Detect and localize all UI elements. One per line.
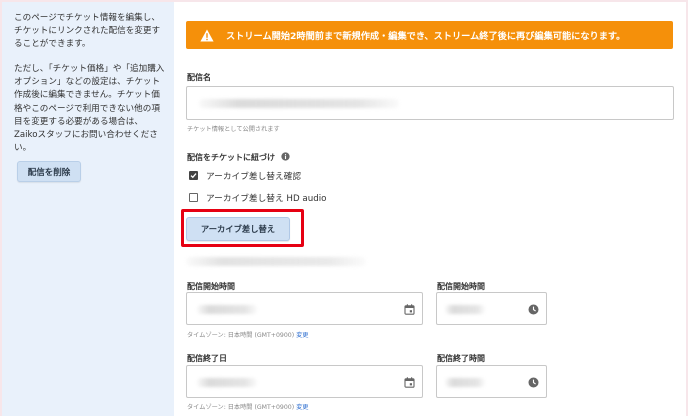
archive-replace-button[interactable]: アーカイブ差し替え xyxy=(186,217,290,241)
warning-icon xyxy=(200,29,214,41)
checkbox-checked[interactable] xyxy=(189,171,198,180)
sidebar-info-text: このページでチケット情報を編集し、チケットにリンクされた配信を変更することができ… xyxy=(14,13,161,50)
timezone-change-link[interactable]: 変更 xyxy=(296,332,308,339)
main-form: ストリーム開始2時間前まで新規作成・編集でき、ストリーム終了後に再び編集可能にな… xyxy=(174,2,686,416)
timezone-text: タイムゾーン: 日本時間 (GMT+0900) xyxy=(187,404,295,411)
end-date-label: 配信終了日 xyxy=(187,354,227,363)
sidebar-note-text: ただし、「チケット価格」や「追加購入オプション」などの設定は、チケット作成後に編… xyxy=(14,64,165,154)
redacted-value xyxy=(199,99,399,108)
timezone-note: タイムゾーン: 日本時間 (GMT+0900) 変更 xyxy=(187,330,308,339)
option-label: アーカイブ差し替え HD audio xyxy=(206,194,327,204)
link-to-ticket-label-text: 配信をチケットに紐づけ xyxy=(187,153,275,162)
link-to-ticket-label: 配信をチケットに紐づけ xyxy=(187,152,290,163)
clock-icon[interactable] xyxy=(528,304,539,315)
option-archive-hd-audio[interactable]: アーカイブ差し替え HD audio xyxy=(189,191,326,204)
sidebar: このページでチケット情報を編集し、チケットにリンクされた配信を変更することができ… xyxy=(2,2,174,416)
check-icon xyxy=(190,173,197,179)
redacted-value xyxy=(445,378,485,387)
option-label: アーカイブ差し替え確認 xyxy=(206,172,302,182)
end-time-label: 配信終了時間 xyxy=(437,354,485,363)
checkbox-unchecked[interactable] xyxy=(189,193,198,202)
clock-icon[interactable] xyxy=(528,377,539,388)
alert-text: ストリーム開始2時間前まで新規作成・編集でき、ストリーム終了後に再び編集可能にな… xyxy=(226,31,626,42)
calendar-icon[interactable] xyxy=(404,377,415,388)
ticket-edit-page: このページでチケット情報を編集し、チケットにリンクされた配信を変更することができ… xyxy=(2,2,686,416)
redacted-text xyxy=(186,257,366,266)
redacted-value xyxy=(197,305,257,314)
stream-name-hint: チケット情報として公開されます xyxy=(187,126,280,133)
redacted-value xyxy=(445,305,485,314)
option-archive-confirm[interactable]: アーカイブ差し替え確認 xyxy=(189,169,301,182)
timezone-note-end: タイムゾーン: 日本時間 (GMT+0900) 変更 xyxy=(187,402,308,411)
start-date-label: 配信開始時間 xyxy=(187,282,235,291)
info-icon[interactable] xyxy=(281,152,290,161)
delete-stream-button[interactable]: 配信を削除 xyxy=(17,161,81,182)
start-time-input[interactable] xyxy=(436,292,547,325)
stream-name-label: 配信名 xyxy=(187,73,211,82)
start-date-input[interactable] xyxy=(186,292,423,325)
timezone-text: タイムゾーン: 日本時間 (GMT+0900) xyxy=(187,332,295,339)
calendar-icon[interactable] xyxy=(404,304,415,315)
start-time-label: 配信開始時間 xyxy=(437,282,485,291)
end-time-input[interactable] xyxy=(436,365,547,398)
end-date-input[interactable] xyxy=(186,365,423,398)
stream-name-input[interactable] xyxy=(186,86,674,120)
timezone-change-link[interactable]: 変更 xyxy=(296,404,308,411)
redacted-value xyxy=(197,378,257,387)
warning-alert: ストリーム開始2時間前まで新規作成・編集でき、ストリーム終了後に再び編集可能にな… xyxy=(186,21,673,49)
